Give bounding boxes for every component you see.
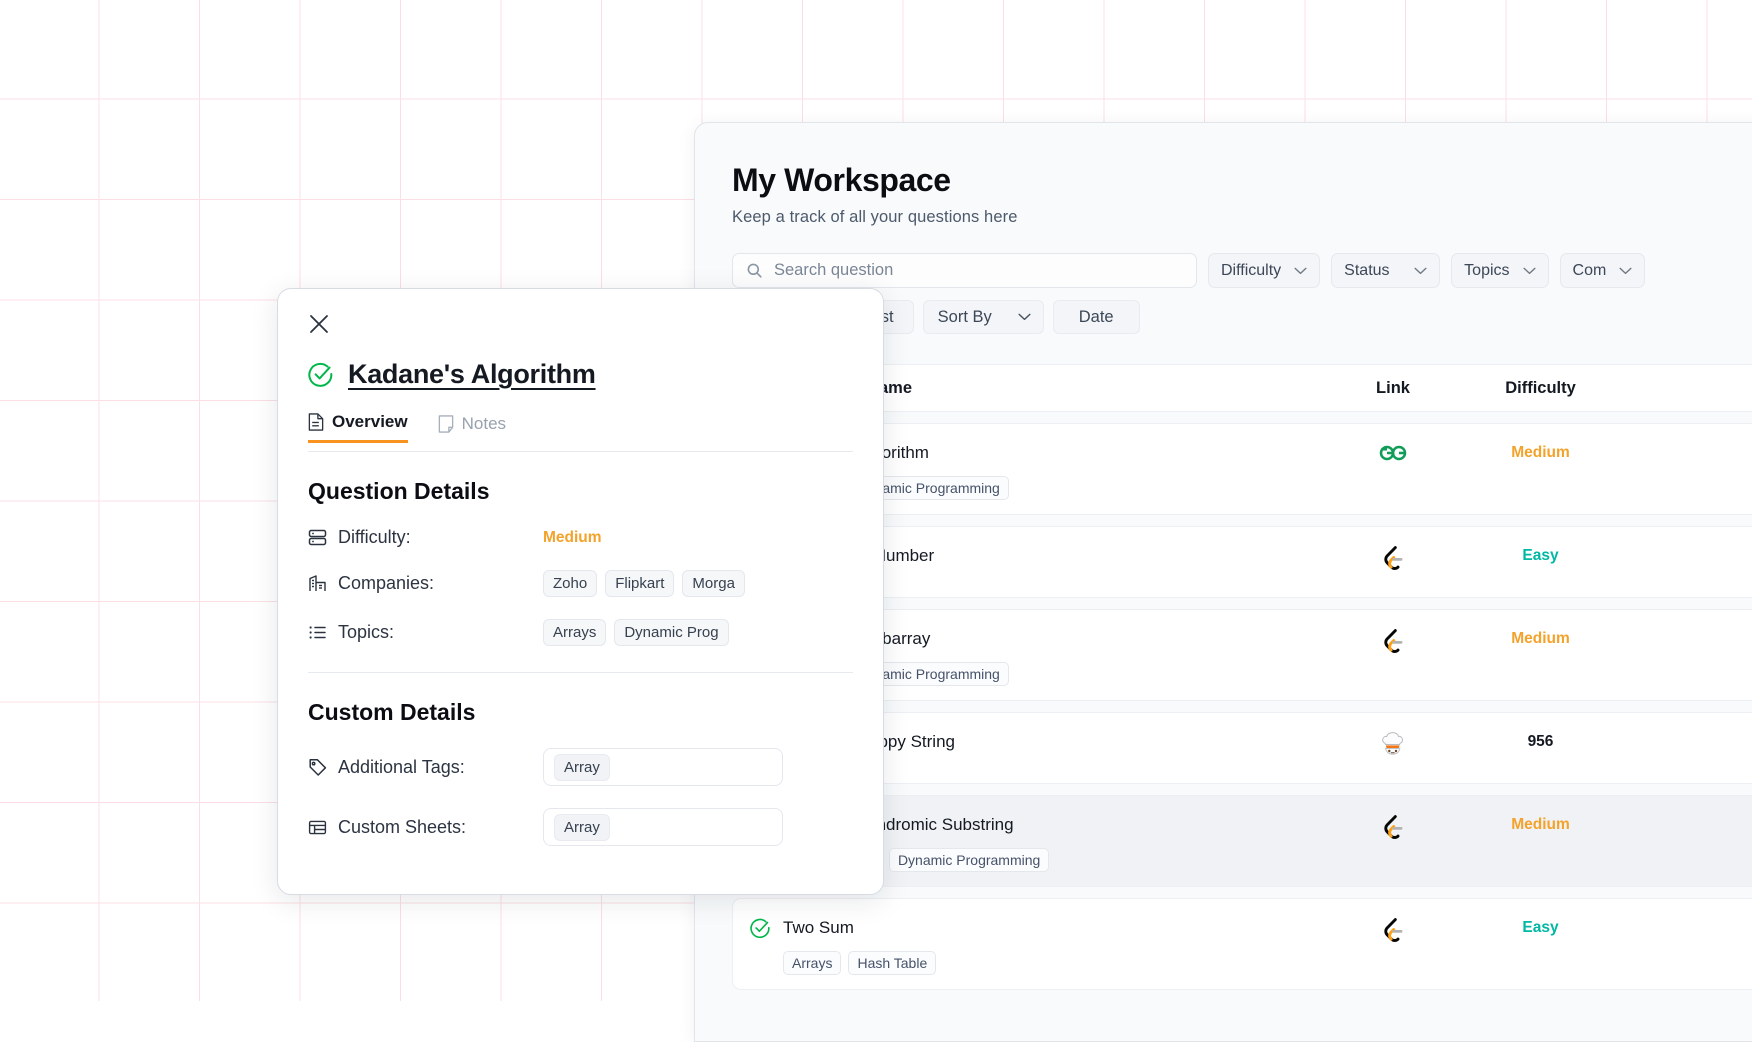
sort-by-label: Sort By: [938, 308, 992, 327]
detail-row-difficulty: Difficulty: Medium: [308, 527, 853, 548]
row-tag: Dynamic Programming: [889, 848, 1049, 872]
row-question-name[interactable]: Two Sum: [783, 917, 936, 938]
row-difficulty: Medium: [1453, 814, 1628, 834]
company-chip: Flipkart: [605, 570, 674, 597]
filter-topics[interactable]: Topics: [1451, 253, 1548, 288]
table-row[interactable]: Maximum SubarrayArraysDynamic Programmin…: [732, 609, 1752, 701]
check-circle-icon: [750, 918, 771, 975]
row-difficulty: Medium: [1453, 442, 1628, 462]
filter-companies[interactable]: Com: [1560, 253, 1646, 288]
leetcode-icon[interactable]: [1333, 917, 1453, 943]
filter-difficulty-label: Difficulty: [1221, 262, 1281, 280]
chevron-down-icon: [1619, 267, 1632, 275]
search-and-filters: Difficulty Status Topics Com: [732, 253, 1752, 288]
tab-notes-label: Notes: [462, 414, 506, 434]
sort-date-button[interactable]: Date: [1053, 300, 1140, 334]
sort-controls: Latest Oldest Sort By Date: [732, 300, 1752, 334]
table-header: Question Name Link Difficulty: [732, 364, 1752, 412]
row-difficulty: Easy: [1453, 545, 1628, 565]
chevron-down-icon: [1294, 267, 1307, 275]
page-title: My Workspace: [732, 163, 1752, 198]
note-icon: [438, 415, 454, 433]
row-tag-list: Arrays Hash Table: [783, 951, 936, 975]
list-icon: [308, 623, 338, 642]
document-icon: [308, 413, 324, 431]
chevron-down-icon: [1018, 313, 1031, 321]
filter-status[interactable]: Status: [1331, 253, 1440, 288]
difficulty-icon: [308, 528, 338, 547]
column-difficulty: Difficulty: [1453, 379, 1628, 398]
search-icon: [746, 262, 763, 279]
detail-row-companies: Companies: Zoho Flipkart Morga: [308, 570, 853, 597]
table-row[interactable]: Two Sum Arrays Hash Table Easy: [732, 898, 1752, 990]
geeksforgeeks-icon[interactable]: [1333, 442, 1453, 464]
detail-row-custom-sheets: Custom Sheets: Array: [308, 808, 853, 846]
topic-chip: Arrays: [543, 619, 606, 646]
modal-divider: [308, 451, 853, 452]
leetcode-icon[interactable]: [1333, 814, 1453, 840]
topic-chip: Dynamic Prog: [614, 619, 728, 646]
leetcode-icon[interactable]: [1333, 628, 1453, 654]
companies-chip-list: Zoho Flipkart Morga: [543, 570, 745, 597]
column-link: Link: [1333, 379, 1453, 398]
company-chip: Morga: [682, 570, 745, 597]
chevron-down-icon: [1414, 267, 1427, 275]
difficulty-value: Medium: [543, 529, 602, 547]
tag-icon: [308, 758, 338, 777]
additional-tag-chip: Array: [554, 754, 610, 781]
question-detail-modal: Kadane's Algorithm Overview Notes: [277, 288, 884, 895]
table-row[interactable]: Chef and Happy String956: [732, 712, 1752, 784]
detail-row-additional-tags: Additional Tags: Array: [308, 748, 853, 786]
filter-status-label: Status: [1344, 262, 1389, 280]
topics-label: Topics:: [338, 622, 543, 643]
modal-question-title[interactable]: Kadane's Algorithm: [348, 359, 596, 390]
additional-tags-label: Additional Tags:: [338, 757, 543, 778]
search-input[interactable]: [774, 261, 1183, 280]
filter-companies-label: Com: [1573, 262, 1607, 280]
question-details-heading: Question Details: [308, 478, 853, 505]
tab-notes[interactable]: Notes: [438, 412, 506, 443]
tab-overview-label: Overview: [332, 412, 408, 432]
table-row[interactable]: Kadane's AlgorithmArraysDynamic Programm…: [732, 423, 1752, 515]
row-tag: Hash Table: [848, 951, 936, 975]
modal-divider-2: [308, 672, 853, 673]
table-icon: [308, 818, 338, 837]
filter-topics-label: Topics: [1464, 262, 1509, 280]
building-icon: [308, 574, 338, 593]
custom-sheets-label: Custom Sheets:: [338, 817, 543, 838]
row-difficulty: Medium: [1453, 628, 1628, 648]
custom-details-heading: Custom Details: [308, 699, 853, 726]
questions-table: Question Name Link Difficulty Kadane's A…: [732, 364, 1752, 990]
custom-sheet-chip: Array: [554, 814, 610, 841]
check-circle-icon: [308, 362, 334, 388]
modal-tabs: Overview Notes: [308, 412, 853, 443]
modal-title-row: Kadane's Algorithm: [308, 359, 853, 390]
row-difficulty: Easy: [1453, 917, 1628, 937]
page-subtitle: Keep a track of all your questions here: [732, 208, 1752, 227]
company-chip: Zoho: [543, 570, 597, 597]
close-icon[interactable]: [308, 313, 853, 335]
table-row[interactable]: Palindrome NumberEasy: [732, 526, 1752, 598]
leetcode-icon[interactable]: [1333, 545, 1453, 571]
sort-by-dropdown[interactable]: Sort By: [923, 300, 1044, 334]
codechef-icon[interactable]: [1333, 731, 1453, 757]
difficulty-label: Difficulty:: [338, 527, 543, 548]
row-name-cell: Two Sum Arrays Hash Table: [733, 917, 1333, 975]
search-box[interactable]: [732, 253, 1197, 288]
detail-row-topics: Topics: Arrays Dynamic Prog: [308, 619, 853, 646]
companies-label: Companies:: [338, 573, 543, 594]
chevron-down-icon: [1523, 267, 1536, 275]
additional-tags-input[interactable]: Array: [543, 748, 783, 786]
topics-chip-list: Arrays Dynamic Prog: [543, 619, 729, 646]
filter-difficulty[interactable]: Difficulty: [1208, 253, 1320, 288]
tab-overview[interactable]: Overview: [308, 412, 408, 443]
row-difficulty: 956: [1453, 731, 1628, 751]
custom-sheets-input[interactable]: Array: [543, 808, 783, 846]
table-row[interactable]: Longest Palindromic SubstringTwo Pointer…: [732, 795, 1752, 887]
row-tag: Arrays: [783, 951, 841, 975]
